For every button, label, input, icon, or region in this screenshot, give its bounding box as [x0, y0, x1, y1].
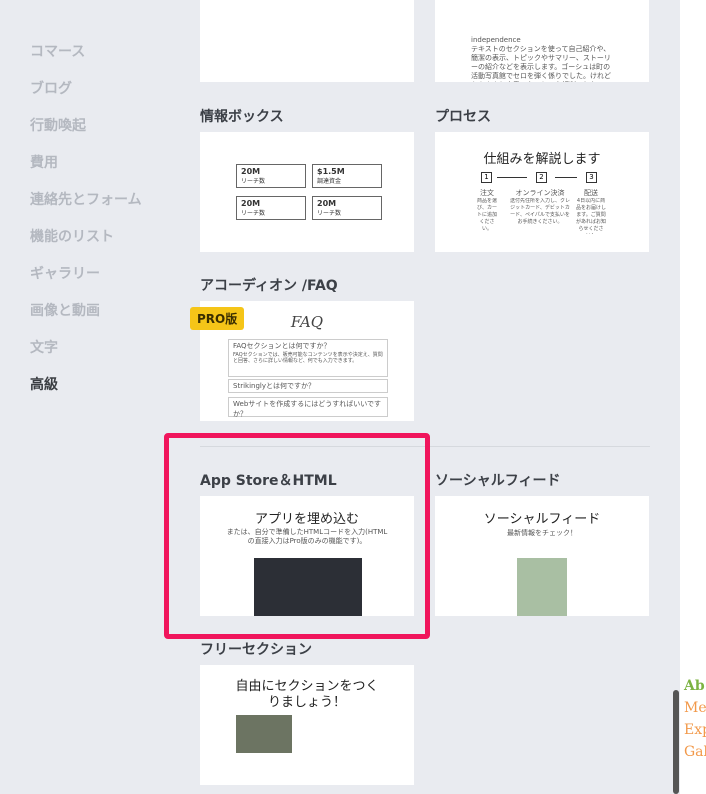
- free-section-heading: 自由にセクションをつくりましょう！: [235, 679, 379, 710]
- info-box-2: $1.5M 調達資金: [312, 164, 382, 188]
- social-feed-thumbnail[interactable]: ソーシャルフィード 最新情報をチェック！: [435, 496, 649, 616]
- scrollbar-track[interactable]: [672, 0, 680, 794]
- app-store-highlight: [164, 433, 430, 639]
- sidebar-item-blog[interactable]: ブログ: [30, 78, 72, 98]
- step-label-1: 注文: [480, 189, 494, 197]
- process-heading: 仕組みを解説します: [483, 152, 601, 167]
- sidebar-item-text[interactable]: 文字: [30, 337, 58, 357]
- section-title-process: プロセス: [435, 109, 491, 125]
- section-thumbnail-top-right[interactable]: independence テキストのセクションを使って自己紹介や、簡潔の表示、ト…: [435, 0, 649, 82]
- info-box-4: 20M リーチ数: [312, 196, 382, 220]
- section-title-info-box: 情報ボックス: [200, 109, 284, 125]
- social-feed-image: [517, 558, 567, 616]
- social-feed-heading: ソーシャルフィード: [483, 512, 601, 527]
- free-section-thumbnail[interactable]: 自由にセクションをつくりましょう！: [200, 665, 414, 785]
- step-desc-1: 商品を選び、カートに追加ください。: [476, 198, 497, 232]
- preview-text-3: Exp: [684, 722, 706, 738]
- preview-text-2: Me: [684, 700, 706, 716]
- faq-item-2: Strikinglyとは何ですか？: [228, 379, 388, 393]
- preview-text-1: Ab: [684, 678, 705, 694]
- info-box-1: 20M リーチ数: [236, 164, 306, 188]
- sidebar-item-feature-list[interactable]: 機能のリスト: [30, 226, 114, 246]
- step-label-3: 配送: [584, 189, 598, 197]
- free-section-image: [236, 715, 292, 753]
- sidebar-item-advanced[interactable]: 高級: [30, 374, 58, 394]
- step-connector: [555, 177, 577, 178]
- pro-badge: PRO版: [190, 307, 245, 330]
- section-title-free-section: フリーセクション: [200, 642, 312, 658]
- step-number-2: 2: [536, 172, 547, 183]
- sidebar-item-contact-forms[interactable]: 連絡先とフォーム: [30, 189, 142, 209]
- page-preview-panel: Ab Me Exp Gal: [680, 0, 706, 794]
- faq-item-1: FAQセクションとは何ですか？ FAQセクションでは、販売可能なコンテンツを表示…: [228, 339, 388, 377]
- step-number-3: 3: [586, 172, 597, 183]
- sidebar-item-call-to-action[interactable]: 行動喚起: [30, 115, 86, 135]
- sidebar-item-commerce[interactable]: コマース: [30, 41, 85, 61]
- step-desc-3: 4日以内に商品をお届けします。ご質問があればお知らせください！: [575, 198, 606, 234]
- sidebar-item-pricing[interactable]: 費用: [30, 152, 58, 172]
- info-box-thumbnail[interactable]: 20M リーチ数 $1.5M 調達資金 20M リーチ数 20M リーチ数: [200, 132, 414, 252]
- step-desc-2: 送付先住所を入力し、クレジットカード、デビットカード、ペイパルで支払いをお手続き…: [509, 198, 570, 225]
- social-feed-sub: 最新情報をチェック！: [507, 529, 577, 537]
- process-thumbnail[interactable]: 仕組みを解説します 1 2 3 注文 オンライン決済 配送 商品を選び、カートに…: [435, 132, 649, 252]
- sidebar-item-gallery[interactable]: ギャラリー: [30, 263, 100, 283]
- sidebar-item-image-video[interactable]: 画像と動画: [30, 300, 100, 320]
- scrollbar-thumb[interactable]: [673, 690, 679, 794]
- category-sidebar: コマース ブログ 行動喚起 費用 連絡先とフォーム 機能のリスト ギャラリー 画…: [0, 0, 170, 794]
- section-title-faq: アコーディオン /FAQ: [200, 278, 338, 294]
- section-title-social-feed: ソーシャルフィード: [435, 473, 561, 489]
- faq-item-3: Webサイトを作成するにはどうすればいいですか？: [228, 397, 388, 418]
- step-connector: [497, 177, 527, 178]
- step-number-1: 1: [481, 172, 492, 183]
- section-thumbnail-top-left[interactable]: [200, 0, 414, 82]
- text-section-preview: independence テキストのセクションを使って自己紹介や、簡潔の表示、ト…: [471, 36, 611, 82]
- step-label-2: オンライン決済: [515, 189, 565, 197]
- preview-text-4: Gal: [684, 744, 706, 760]
- info-box-3: 20M リーチ数: [236, 196, 306, 220]
